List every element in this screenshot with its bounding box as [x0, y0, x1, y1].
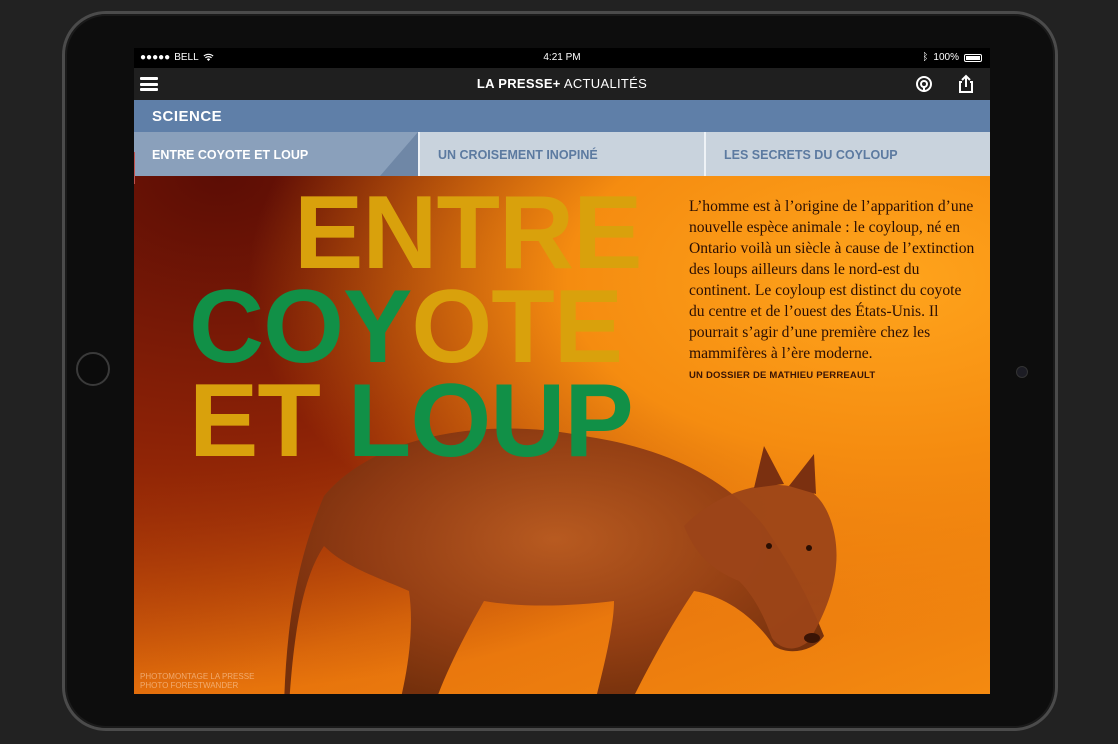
- headline-line-3-green: LOUP: [347, 363, 634, 479]
- home-button[interactable]: [76, 352, 110, 386]
- headline-line-3: ET LOUP: [189, 369, 669, 473]
- article-tabs: ENTRE COYOTE ET LOUP UN CROISEMENT INOPI…: [134, 132, 990, 176]
- status-right: ᛒ 100%: [922, 52, 982, 63]
- headline-line-3-gold: ET: [189, 363, 348, 479]
- tab-entre-coyote-et-loup[interactable]: ENTRE COYOTE ET LOUP: [134, 132, 418, 176]
- hero-image: ENTRE COYOTE ET LOUP L’homme est à l’ori…: [134, 176, 990, 694]
- battery-icon: [964, 53, 982, 62]
- brand-name: LA PRESSE+: [476, 76, 561, 91]
- tablet-screen: ●●●●● BELL 4:21 PM ᛒ 100% LA PRESSE+ ACT…: [134, 48, 990, 694]
- brand-title: LA PRESSE+ ACTUALITÉS: [134, 76, 990, 91]
- podcast-icon[interactable]: [914, 74, 934, 94]
- byline: UN DOSSIER DE MATHIEU PERREAULT: [689, 370, 876, 381]
- section-title: SCIENCE: [152, 108, 223, 125]
- status-bar: ●●●●● BELL 4:21 PM ᛒ 100%: [134, 48, 990, 68]
- section-band: SCIENCE: [134, 100, 990, 132]
- headline-line-1: ENTRE: [294, 176, 642, 291]
- status-time: 4:21 PM: [543, 52, 581, 63]
- deck-text: L’homme est à l’origine de l’apparition …: [689, 198, 975, 362]
- bluetooth-icon: ᛒ: [922, 52, 929, 63]
- tab-les-secrets-du-coyloup[interactable]: LES SECRETS DU COYLOUP: [704, 132, 990, 176]
- tab-indicator: [134, 152, 135, 184]
- nav-bar: LA PRESSE+ ACTUALITÉS: [134, 68, 990, 100]
- credit-line-1: PHOTOMONTAGE LA PRESSE: [140, 672, 255, 681]
- article-deck: L’homme est à l’origine de l’apparition …: [689, 196, 979, 386]
- headline-line-2: COYOTE: [189, 275, 669, 379]
- battery-percent: 100%: [933, 52, 959, 63]
- camera-icon: [1016, 366, 1028, 378]
- credit-line-2: PHOTO FORESTWANDER: [140, 681, 239, 690]
- brand-section: ACTUALITÉS: [560, 76, 648, 91]
- nav-actions: [914, 74, 976, 94]
- share-icon[interactable]: [956, 74, 976, 94]
- photo-credit: PHOTOMONTAGE LA PRESSE PHOTO FORESTWANDE…: [140, 672, 254, 690]
- hero-headline: ENTRE COYOTE ET LOUP: [189, 176, 669, 473]
- tab-un-croisement-inopine[interactable]: UN CROISEMENT INOPINÉ: [418, 132, 704, 176]
